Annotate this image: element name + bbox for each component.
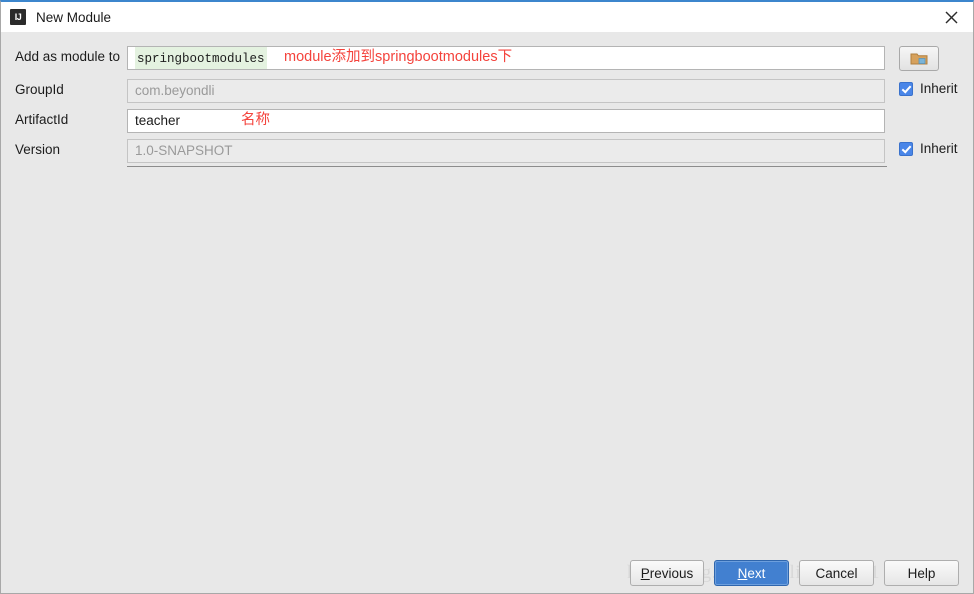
previous-button[interactable]: Previous: [630, 560, 704, 586]
new-module-dialog: IJ New Module Add as module to springboo…: [0, 0, 974, 594]
dialog-button-bar: Previous Next Cancel Help: [1, 550, 973, 593]
close-glyph: [945, 11, 957, 23]
folder-icon: [910, 53, 928, 64]
cancel-button[interactable]: Cancel: [799, 560, 874, 586]
form-divider: [127, 166, 887, 167]
previous-button-label: revious: [649, 565, 694, 581]
groupid-input[interactable]: com.beyondli: [127, 79, 885, 103]
next-button[interactable]: Next: [714, 560, 789, 586]
label-artifactid: ArtifactId: [15, 112, 69, 127]
add-as-module-to-input[interactable]: springbootmodules: [127, 46, 885, 70]
checkbox-check-icon: [899, 141, 913, 156]
title-bar: IJ New Module: [1, 2, 973, 32]
close-icon[interactable]: [929, 2, 973, 32]
dialog-title: New Module: [36, 9, 112, 25]
wizard-content-area: [1, 168, 973, 543]
next-button-mnemonic: N: [737, 565, 748, 581]
inherit-version-label: Inherit: [920, 141, 958, 156]
form-row-version: Version 1.0-SNAPSHOT Inherit: [1, 139, 973, 169]
previous-button-mnemonic: P: [640, 565, 650, 581]
artifactid-input[interactable]: teacher: [127, 109, 885, 133]
inherit-version-checkbox[interactable]: Inherit: [899, 141, 958, 156]
form-row-artifactid: ArtifactId teacher 名称: [1, 109, 973, 139]
browse-folder-button[interactable]: [899, 46, 939, 71]
label-groupid: GroupId: [15, 82, 64, 97]
label-add-as-module-to: Add as module to: [15, 49, 121, 64]
module-coordinates-form: Add as module to springbootmodules modul…: [1, 32, 973, 165]
inherit-groupid-label: Inherit: [920, 81, 958, 96]
cancel-button-label: Cancel: [815, 565, 858, 581]
checkbox-check-icon: [899, 81, 913, 96]
help-button[interactable]: Help: [884, 560, 959, 586]
intellij-app-icon: IJ: [10, 9, 26, 25]
inherit-groupid-checkbox[interactable]: Inherit: [899, 81, 958, 96]
form-row-add-as-module-to: Add as module to springbootmodules modul…: [1, 46, 973, 76]
next-button-label: ext: [747, 565, 766, 581]
label-version: Version: [15, 142, 61, 157]
version-input[interactable]: 1.0-SNAPSHOT: [127, 139, 885, 163]
form-row-groupid: GroupId com.beyondli Inherit: [1, 79, 973, 109]
add-as-module-to-value: springbootmodules: [135, 47, 267, 69]
help-button-label: Help: [907, 565, 936, 581]
